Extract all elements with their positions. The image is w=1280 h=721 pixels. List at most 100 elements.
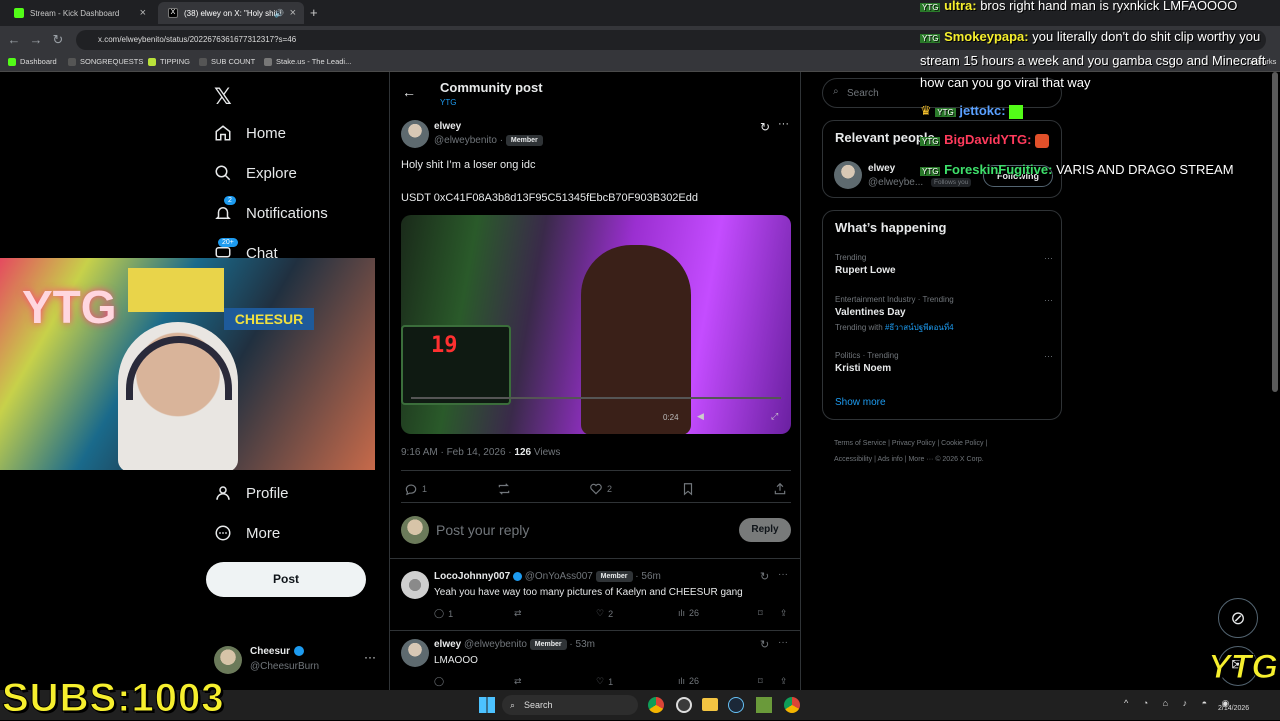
trend-item[interactable]: Politics · Trending Kristi Noem ··· — [835, 351, 1053, 381]
repost-action[interactable] — [497, 482, 511, 496]
views-action[interactable]: ılı 26 — [678, 676, 699, 686]
nav-notifications[interactable]: Notifications 2 — [214, 196, 328, 222]
clock-date[interactable]: 2/14/2026 — [1218, 705, 1249, 712]
repost-action[interactable]: ⇄ — [514, 676, 522, 687]
bookmark-songrequests[interactable]: SONGREQUESTS — [68, 57, 143, 66]
account-switcher[interactable]: Cheesur @CheesurBurn ··· — [214, 644, 384, 678]
repost-action[interactable]: ⇄ — [514, 608, 522, 619]
avatar[interactable] — [834, 161, 862, 189]
bookmark-action[interactable]: ⌑ — [758, 676, 763, 687]
reply-button[interactable]: Reply — [739, 518, 791, 542]
bookmark-action[interactable] — [681, 482, 695, 496]
like-action[interactable]: 2 — [589, 482, 612, 496]
reply-author-name[interactable]: elwey — [434, 639, 461, 650]
search-icon: ⌕ — [510, 700, 516, 710]
more-icon[interactable]: ··· — [364, 650, 376, 664]
grok-fab[interactable]: ⊘ — [1218, 598, 1258, 638]
reply-action[interactable]: ◯ 1 — [434, 608, 453, 619]
steam-icon[interactable] — [728, 697, 744, 713]
close-icon[interactable]: × — [290, 7, 296, 19]
more-icon[interactable]: ··· — [778, 569, 788, 580]
share-action[interactable]: ⇪ — [780, 608, 788, 619]
back-arrow-icon[interactable]: ← — [402, 84, 416, 100]
page-title: Community post — [440, 80, 543, 95]
nav-profile[interactable]: Profile — [214, 484, 289, 502]
x-logo-icon[interactable]: 𝕏 — [214, 84, 232, 110]
yellow-banner — [128, 268, 224, 312]
bookmark-stake[interactable]: Stake.us - The Leadi... — [264, 57, 351, 66]
grok-icon[interactable]: ↻ — [760, 570, 769, 583]
trend-item[interactable]: Entertainment Industry · Trending Valent… — [835, 295, 1053, 339]
stream-chat: YTG ultra: bros right hand man is ryxnki… — [918, 0, 1280, 190]
community-link[interactable]: YTG — [440, 98, 456, 107]
score-display: 19 — [431, 333, 458, 358]
x-icon: X — [168, 8, 178, 18]
bookmark-dashboard[interactable]: Dashboard — [8, 57, 57, 66]
trend-hashtag[interactable]: #ธีวาสน์ปฐพีตอนที่4 — [885, 323, 954, 332]
reply-item[interactable]: elwey @elweybenito Member · 53m ↻ ··· LM… — [390, 634, 800, 692]
more-icon[interactable]: ··· — [778, 118, 789, 130]
post-author-handle[interactable]: @elweybenito — [434, 135, 497, 146]
bookmark-sub-count[interactable]: SUB COUNT — [199, 57, 255, 66]
trend-item[interactable]: Trending Rupert Lowe ··· — [835, 253, 1053, 283]
grok-icon[interactable]: ↻ — [760, 120, 770, 134]
reply-author-name[interactable]: LocoJohnny007 — [434, 571, 510, 582]
taskbar-search[interactable]: ⌕ Search — [502, 695, 638, 715]
card-title: What’s happening — [835, 220, 947, 235]
nav-explore[interactable]: Explore — [214, 164, 297, 182]
nav-more[interactable]: More — [214, 524, 280, 542]
like-action[interactable]: ♡ 1 — [596, 676, 613, 687]
avatar[interactable] — [401, 120, 429, 148]
member-badge: Member — [505, 135, 543, 146]
search-icon: ⌕ — [833, 86, 839, 97]
reply-action[interactable]: 1 — [404, 482, 427, 496]
share-action[interactable] — [773, 482, 787, 496]
kick-icon — [8, 57, 16, 66]
chat-message: YTG BigDavidYTG: — [920, 132, 1050, 148]
more-icon[interactable]: ··· — [1044, 351, 1053, 361]
post-video[interactable]: 19 0:24 ◀ ⤢ — [401, 215, 791, 434]
obs-icon[interactable] — [676, 697, 692, 713]
person-figure — [581, 245, 691, 434]
views-action[interactable]: ılı 26 — [678, 608, 699, 618]
volume-icon[interactable]: ◀ — [697, 411, 704, 422]
post-author-name[interactable]: elwey — [434, 121, 461, 132]
close-icon[interactable]: × — [140, 7, 146, 19]
reply-item[interactable]: LocoJohnny007 @OnYoAss007 Member · 56m ↻… — [390, 566, 800, 624]
reply-input[interactable]: Post your reply — [436, 522, 529, 538]
bookmark-action[interactable]: ⌑ — [758, 608, 763, 619]
more-icon[interactable]: ··· — [1044, 253, 1053, 263]
post-button[interactable]: Post — [206, 562, 366, 597]
tab-kick-dashboard[interactable]: Stream - Kick Dashboard × — [4, 2, 154, 24]
reply-action[interactable]: ◯ — [434, 676, 444, 687]
fullscreen-icon[interactable]: ⤢ — [771, 411, 778, 422]
like-action[interactable]: ♡ 2 — [596, 608, 613, 619]
windows-start-icon[interactable] — [479, 697, 495, 713]
person-handle: @elweybe... — [868, 177, 924, 188]
divider — [401, 502, 791, 503]
heart-icon — [590, 483, 602, 495]
tab-x-post[interactable]: X (38) elwey on X: "Holy shit i 🔊 × — [158, 2, 304, 24]
repost-icon: ⇄ — [514, 608, 522, 618]
video-progress-bar[interactable] — [411, 397, 781, 399]
forward-icon[interactable]: → — [28, 32, 44, 48]
more-icon[interactable]: ··· — [1044, 295, 1053, 305]
grok-icon[interactable]: ↻ — [760, 638, 769, 651]
crown-icon: ♛ — [920, 103, 932, 118]
more-icon[interactable]: ··· — [778, 637, 788, 648]
folder-icon[interactable] — [702, 698, 718, 711]
nav-home[interactable]: Home — [214, 124, 286, 142]
chrome-icon[interactable] — [784, 697, 800, 713]
person-icon — [216, 486, 230, 500]
chrome-icon[interactable] — [648, 697, 664, 713]
minecraft-icon[interactable] — [756, 697, 772, 713]
emote — [1035, 133, 1050, 148]
back-icon[interactable]: ← — [6, 32, 22, 48]
reload-icon[interactable]: ↻ — [50, 32, 66, 48]
bookmark-tipping[interactable]: TIPPING — [148, 57, 190, 66]
divider — [390, 558, 800, 559]
person-name[interactable]: elwey — [868, 163, 895, 174]
show-more-link[interactable]: Show more — [835, 397, 886, 408]
share-action[interactable]: ⇪ — [780, 676, 788, 687]
new-tab-button[interactable]: + — [310, 5, 318, 20]
